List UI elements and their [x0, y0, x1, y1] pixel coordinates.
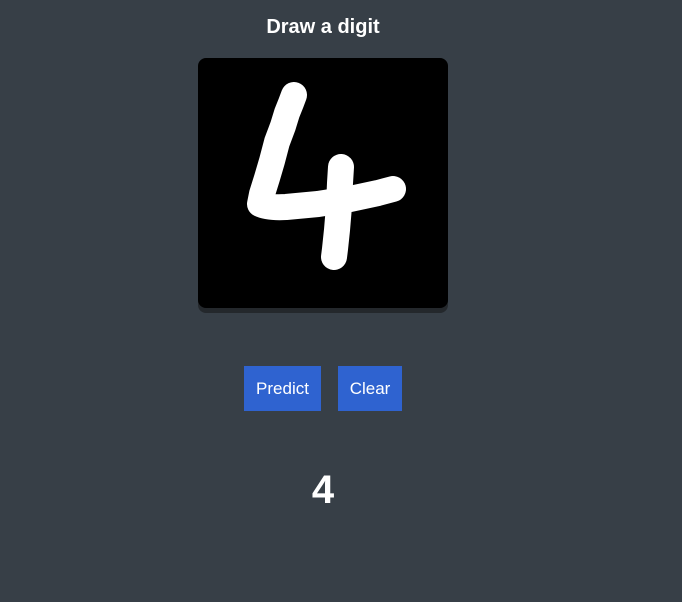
prediction-result: 4 — [311, 468, 335, 512]
clear-button[interactable]: Clear — [338, 366, 402, 411]
predict-button[interactable]: Predict — [244, 366, 321, 411]
drawing-canvas[interactable] — [198, 58, 448, 308]
drawn-digit-strokes — [247, 82, 406, 270]
page-title: Draw a digit — [266, 16, 380, 38]
